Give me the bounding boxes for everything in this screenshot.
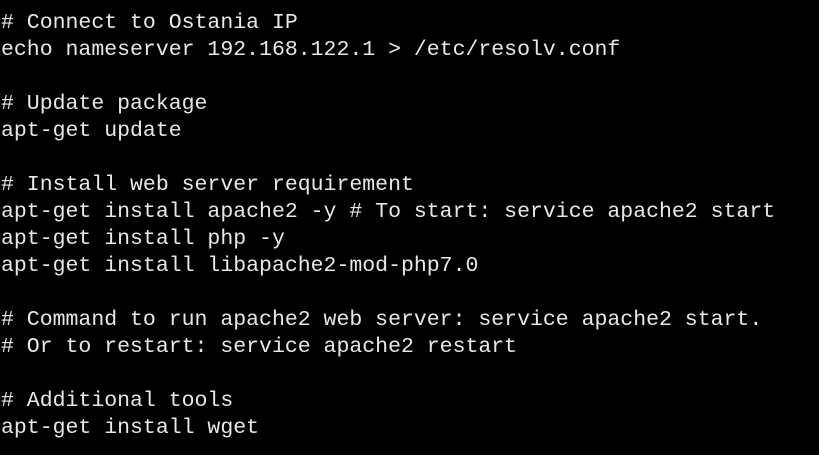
comment-line: # Install web server requirement	[1, 173, 414, 197]
command-line: apt-get install wget	[1, 416, 260, 440]
command-line: echo nameserver 192.168.122.1 > /etc/res…	[1, 38, 621, 62]
comment-line: # Or to restart: service apache2 restart	[1, 335, 518, 359]
comment-line: # Update package	[1, 92, 208, 116]
command-line: apt-get install apache2 -y # To start: s…	[1, 200, 776, 224]
comment-line: # Command to run apache2 web server: ser…	[1, 308, 763, 332]
comment-line: # Additional tools	[1, 389, 234, 413]
terminal-window[interactable]: # Connect to Ostania IP echo nameserver …	[0, 0, 819, 455]
command-line: apt-get install php -y	[1, 227, 285, 251]
comment-line: # Connect to Ostania IP	[1, 11, 298, 35]
command-line: apt-get install libapache2-mod-php7.0	[1, 254, 479, 278]
command-line: apt-get update	[1, 119, 182, 143]
